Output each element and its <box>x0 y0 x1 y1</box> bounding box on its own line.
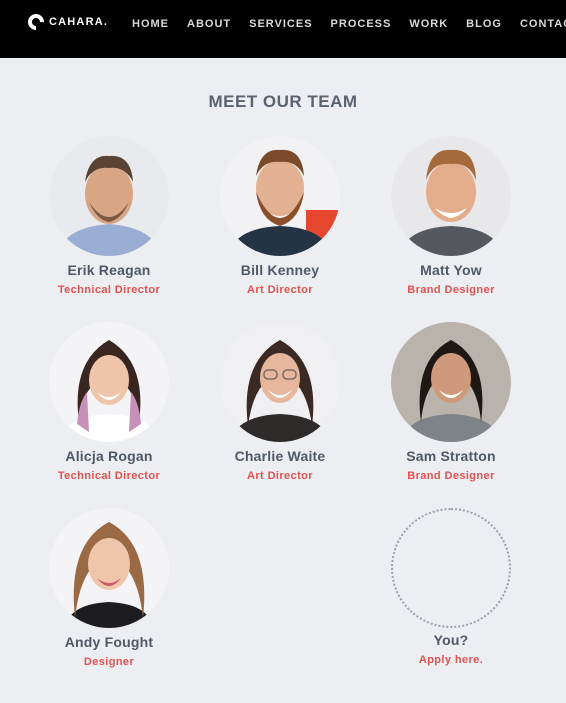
member-name: Bill Kenney <box>240 262 320 278</box>
team-card[interactable]: Erik Reagan Technical Director <box>34 136 184 296</box>
avatar <box>49 136 169 256</box>
top-nav: CAHARA. HOME ABOUT SERVICES PROCESS WORK… <box>0 0 566 58</box>
nav-work-link[interactable]: WORK <box>409 18 448 30</box>
member-role: Art Director <box>247 284 313 296</box>
portrait-matt <box>391 136 511 256</box>
team-card[interactable]: Alicja Rogan Technical Director <box>34 322 184 482</box>
member-name: Charlie Waite <box>234 448 326 464</box>
join-card[interactable]: You? Apply here. <box>376 508 526 666</box>
member-role: Brand Designer <box>407 470 495 482</box>
join-title: You? <box>433 632 469 648</box>
avatar <box>391 322 511 442</box>
section-title: MEET OUR TEAM <box>208 92 358 111</box>
team-card[interactable]: Andy Fought Designer <box>34 508 184 668</box>
team-card[interactable]: Sam Stratton Brand Designer <box>376 322 526 482</box>
member-role: Technical Director <box>57 470 161 482</box>
avatar <box>391 136 511 256</box>
portrait-erik <box>49 136 169 256</box>
team-card[interactable]: Bill Kenney Art Director <box>205 136 355 296</box>
portrait-charlie <box>220 322 340 442</box>
member-name: Andy Fought <box>64 634 154 650</box>
team-card[interactable]: Matt Yow Brand Designer <box>376 136 526 296</box>
member-role: Technical Director <box>57 284 161 296</box>
avatar <box>220 322 340 442</box>
open-position-placeholder <box>391 508 511 628</box>
avatar <box>49 322 169 442</box>
nav-process-link[interactable]: PROCESS <box>331 18 392 30</box>
member-name: Matt Yow <box>420 262 482 278</box>
member-role: Brand Designer <box>407 284 495 296</box>
avatar <box>49 508 169 628</box>
nav-services-link[interactable]: SERVICES <box>249 18 312 30</box>
member-name: Alicja Rogan <box>65 448 153 464</box>
portrait-sam <box>391 322 511 442</box>
member-name: Sam Stratton <box>406 448 496 464</box>
brand-name: CAHARA. <box>49 16 109 28</box>
main-menu: HOME ABOUT SERVICES PROCESS WORK BLOG CO… <box>132 18 566 30</box>
portrait-alicja <box>49 322 169 442</box>
nav-home-link[interactable]: HOME <box>132 18 169 30</box>
member-name: Erik Reagan <box>67 262 151 278</box>
nav-blog-link[interactable]: BLOG <box>466 18 502 30</box>
portrait-andy <box>49 508 169 628</box>
member-role: Designer <box>83 656 135 668</box>
portrait-bill <box>220 136 340 256</box>
nav-about-link[interactable]: ABOUT <box>187 18 231 30</box>
apply-link[interactable]: Apply here. <box>376 654 526 666</box>
nav-contact-link[interactable]: CONTACT <box>520 18 566 30</box>
team-card[interactable]: Charlie Waite Art Director <box>205 322 355 482</box>
logo-icon <box>24 10 48 34</box>
avatar <box>220 136 340 256</box>
member-role: Art Director <box>247 470 313 482</box>
brand-logo[interactable]: CAHARA. <box>24 10 109 34</box>
